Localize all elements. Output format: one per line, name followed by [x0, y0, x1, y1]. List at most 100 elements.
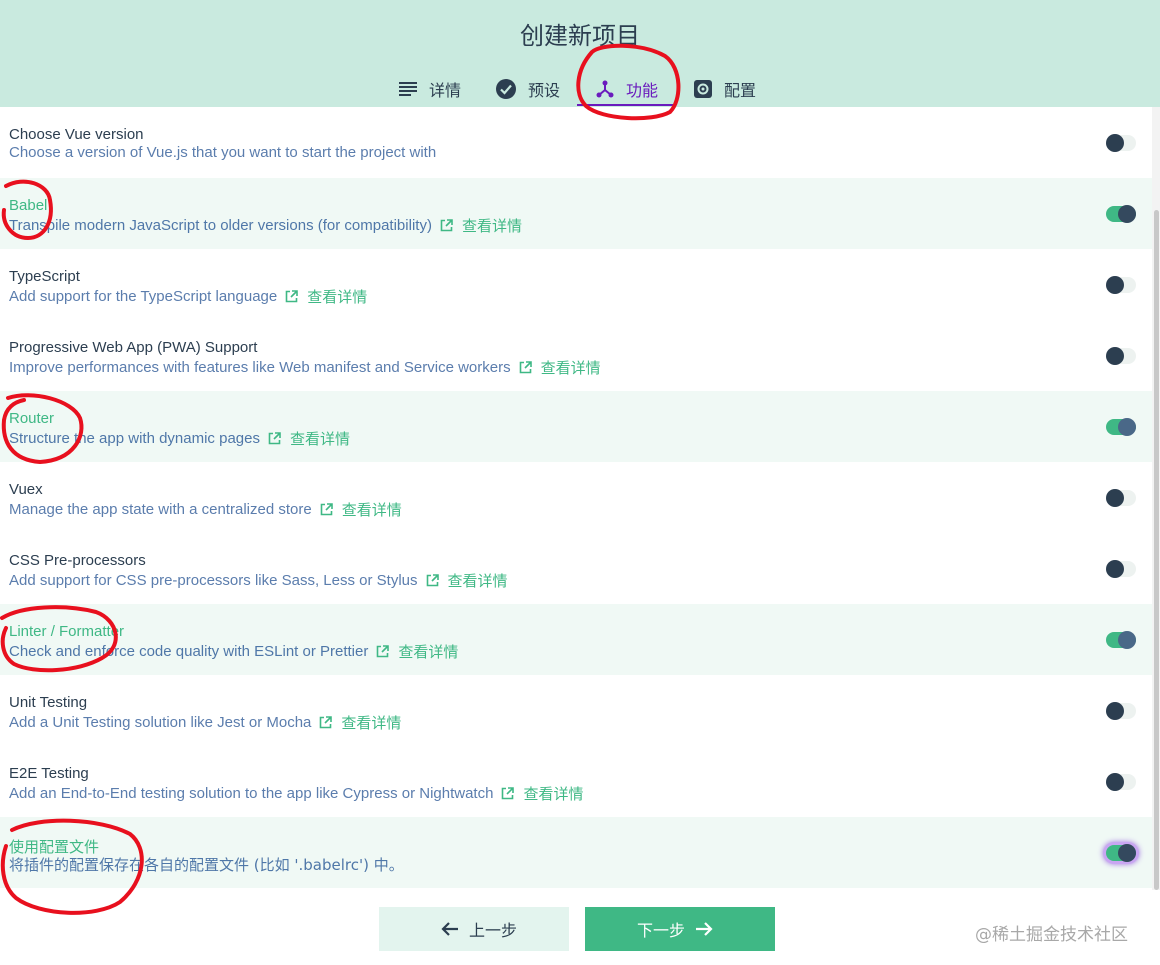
- feature-toggle-switch[interactable]: [1106, 702, 1136, 720]
- previous-button[interactable]: 上一步: [379, 907, 569, 951]
- feature-toggle-switch[interactable]: [1106, 418, 1136, 436]
- feature-list: Choose Vue version Choose a version of Vu…: [0, 107, 1152, 890]
- feature-row[interactable]: Router Structure the app with dynamic pag…: [0, 391, 1152, 462]
- more-info-link[interactable]: 查看详情: [501, 783, 583, 804]
- feature-row[interactable]: Vuex Manage the app state with a centrali…: [0, 462, 1152, 533]
- more-info-link[interactable]: 查看详情: [285, 286, 367, 307]
- toggle-knob: [1106, 773, 1124, 791]
- feature-description-line: Manage the app state with a centralized …: [9, 499, 402, 520]
- feature-description-line: Structure the app with dynamic pages 查看详情: [9, 428, 350, 449]
- external-link-icon: [426, 574, 439, 587]
- feature-description: Improve performances with features like …: [9, 359, 511, 376]
- feature-row[interactable]: E2E Testing Add an End-to-End testing sol…: [0, 746, 1152, 817]
- feature-description-line: Improve performances with features like …: [9, 357, 601, 378]
- feature-description: Choose a version of Vue.js that you want…: [9, 144, 437, 161]
- feature-description-line: Add support for CSS pre-processors like …: [9, 570, 508, 591]
- feature-title: E2E Testing: [9, 765, 89, 782]
- feature-toggle-switch[interactable]: [1106, 489, 1136, 507]
- feature-description-line: Check and enforce code quality with ESLi…: [9, 641, 458, 662]
- tab-details-label: 详情: [429, 80, 462, 100]
- gear-icon: [694, 79, 712, 98]
- watermark: @稀土掘金技术社区: [975, 925, 1128, 945]
- tab-details[interactable]: 详情: [399, 70, 461, 107]
- feature-description: Add a Unit Testing solution like Jest or…: [9, 714, 312, 731]
- feature-description-line: Choose a version of Vue.js that you want…: [9, 144, 436, 161]
- feature-title: Router: [9, 410, 55, 427]
- feature-toggle-switch[interactable]: [1106, 844, 1136, 862]
- external-link-icon: [377, 645, 390, 658]
- toggle-knob: [1118, 631, 1136, 649]
- feature-toggle-switch[interactable]: [1106, 205, 1136, 223]
- more-info-link[interactable]: 查看详情: [519, 357, 601, 378]
- toggle-knob: [1106, 276, 1124, 294]
- feature-toggle-switch[interactable]: [1106, 276, 1136, 294]
- more-info-link[interactable]: 查看详情: [440, 215, 522, 236]
- feature-row[interactable]: CSS Pre-processors Add support for CSS pr…: [0, 533, 1152, 604]
- arrow-left-icon: [441, 922, 458, 936]
- more-info-link[interactable]: 查看详情: [320, 499, 402, 520]
- external-link-icon: [519, 361, 532, 374]
- feature-description-line: Add a Unit Testing solution like Jest or…: [9, 712, 401, 733]
- scrollbar-thumb[interactable]: [1154, 210, 1159, 890]
- feature-description: Transpile modern JavaScript to older ver…: [9, 217, 432, 234]
- feature-row[interactable]: TypeScript Add support for the TypeScript…: [0, 249, 1152, 320]
- toggle-knob: [1118, 418, 1136, 436]
- tab-presets[interactable]: 预设: [496, 70, 560, 107]
- page-title: 创建新项目: [520, 22, 640, 50]
- feature-row[interactable]: Babel Transpile modern JavaScript to olde…: [0, 178, 1152, 249]
- feature-title: Linter / Formatter: [9, 623, 125, 640]
- more-info-link[interactable]: 查看详情: [426, 570, 508, 591]
- feature-toggle-switch[interactable]: [1106, 347, 1136, 365]
- feature-row[interactable]: Progressive Web App (PWA) Support Improve…: [0, 320, 1152, 391]
- check-circle-icon: [496, 78, 516, 99]
- more-info-link-label: 查看详情: [341, 501, 402, 519]
- toggle-knob: [1106, 560, 1124, 578]
- next-button-label: 下一步: [636, 921, 685, 940]
- feature-row[interactable]: Linter / Formatter Check and enforce code…: [0, 604, 1152, 675]
- branch-icon: [596, 80, 614, 97]
- more-info-link[interactable]: 查看详情: [319, 712, 401, 733]
- external-link-icon: [440, 219, 453, 232]
- feature-title: Choose Vue version: [9, 126, 144, 143]
- feature-description: Add support for the TypeScript language: [9, 288, 278, 305]
- toggle-knob: [1106, 347, 1124, 365]
- feature-description: Manage the app state with a centralized …: [9, 501, 312, 518]
- feature-description: Add support for CSS pre-processors like …: [9, 572, 418, 589]
- toggle-knob: [1106, 702, 1124, 720]
- tab-config-label: 配置: [724, 80, 757, 100]
- tab-config[interactable]: 配置: [694, 70, 756, 107]
- feature-title: Progressive Web App (PWA) Support: [9, 339, 258, 356]
- feature-title: Unit Testing: [9, 694, 88, 711]
- feature-description: Check and enforce code quality with ESLi…: [9, 643, 369, 660]
- toggle-knob: [1118, 844, 1136, 862]
- external-link-icon: [268, 432, 281, 445]
- feature-row[interactable]: Unit Testing Add a Unit Testing solution …: [0, 675, 1152, 746]
- feature-description-line: 将插件的配置保存在各自的配置文件 (比如 '.babelrc') 中。: [9, 854, 404, 875]
- more-info-link-label: 查看详情: [461, 217, 522, 235]
- more-info-link-label: 查看详情: [307, 288, 368, 306]
- feature-toggle-switch[interactable]: [1106, 631, 1136, 649]
- more-info-link[interactable]: 查看详情: [268, 428, 350, 449]
- external-link-icon: [320, 716, 333, 729]
- feature-description-line: Transpile modern JavaScript to older ver…: [9, 215, 522, 236]
- more-info-link[interactable]: 查看详情: [376, 641, 458, 662]
- tab-features[interactable]: 功能: [596, 70, 658, 107]
- next-button[interactable]: 下一步: [585, 907, 775, 951]
- feature-row[interactable]: 使用配置文件 将插件的配置保存在各自的配置文件 (比如 '.babelrc') 中…: [0, 817, 1152, 888]
- feature-title: Vuex: [9, 481, 43, 498]
- feature-description-line: Add an End-to-End testing solution to th…: [9, 783, 583, 804]
- external-link-icon: [502, 787, 515, 800]
- feature-description: Structure the app with dynamic pages: [9, 430, 260, 447]
- previous-button-label: 上一步: [468, 921, 517, 940]
- feature-toggle-switch[interactable]: [1106, 134, 1136, 152]
- feature-toggle-switch[interactable]: [1106, 560, 1136, 578]
- feature-description: 将插件的配置保存在各自的配置文件 (比如 '.babelrc') 中。: [9, 856, 404, 874]
- feature-toggle-switch[interactable]: [1106, 773, 1136, 791]
- more-info-link-label: 查看详情: [540, 359, 601, 377]
- active-tab-indicator: [577, 104, 673, 106]
- feature-title: CSS Pre-processors: [9, 552, 146, 569]
- external-link-icon: [285, 290, 299, 303]
- more-info-link-label: 查看详情: [341, 714, 402, 732]
- tab-bar: 详情 预设 功能 配置: [0, 70, 1160, 107]
- feature-row[interactable]: Choose Vue version Choose a version of Vu…: [0, 107, 1152, 178]
